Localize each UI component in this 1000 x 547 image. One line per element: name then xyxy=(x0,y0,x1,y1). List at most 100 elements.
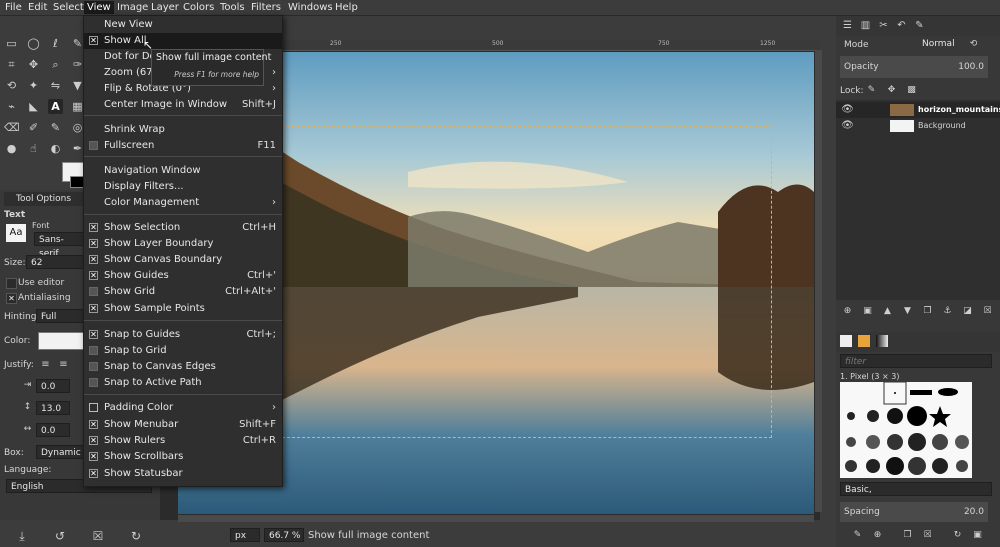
path-tool-icon[interactable]: ⌁ xyxy=(4,99,19,114)
brush-preset-select[interactable]: Basic, xyxy=(840,482,992,496)
raise-layer-icon[interactable]: ▲ xyxy=(880,304,895,319)
restore-options-icon[interactable]: ↺ xyxy=(52,529,68,543)
brush-grid[interactable] xyxy=(840,381,972,478)
lock-position-icon[interactable]: ✥ xyxy=(884,83,899,98)
undo-tab-icon[interactable]: ↶ xyxy=(894,18,909,33)
box-select[interactable]: Dynamic xyxy=(36,445,84,459)
blur-icon[interactable]: ● xyxy=(4,141,19,156)
vertical-scrollbar[interactable] xyxy=(815,50,822,512)
airbrush-icon[interactable]: ✎ xyxy=(48,120,63,135)
justify-right-icon[interactable]: ≡ xyxy=(56,357,71,372)
brush-icon[interactable]: ✐ xyxy=(26,120,41,135)
save-options-icon[interactable]: ⤓ xyxy=(14,529,30,544)
horizontal-scrollbar[interactable] xyxy=(178,515,814,522)
menu-layer[interactable]: Layer xyxy=(148,1,182,14)
crop-icon[interactable]: ⌗ xyxy=(4,57,19,72)
menu-view[interactable]: View xyxy=(84,1,114,14)
menu-colors[interactable]: Colors xyxy=(180,1,217,14)
font-preview[interactable]: Aa xyxy=(6,224,26,242)
menu-item-snap-to-grid[interactable]: Snap to Grid xyxy=(84,343,282,359)
indent-input[interactable]: 0.0 xyxy=(36,379,70,393)
menu-item-fullscreen[interactable]: Fullscreen F11 xyxy=(84,138,282,154)
warp-icon[interactable]: ✦ xyxy=(26,78,41,93)
menu-file[interactable]: File xyxy=(2,1,25,14)
menu-item-show-rulers[interactable]: ✕ Show Rulers Ctrl+R xyxy=(84,433,282,449)
lock-pixels-icon[interactable]: ✎ xyxy=(864,83,879,98)
text-color-button[interactable] xyxy=(38,332,86,350)
menu-item-padding-color[interactable]: Padding Color › xyxy=(84,400,282,416)
menu-item-snap-to-active-path[interactable]: Snap to Active Path xyxy=(84,375,282,391)
mask-layer-icon[interactable]: ◪ xyxy=(960,304,975,319)
menu-item-color-management[interactable]: Color Management › xyxy=(84,195,282,211)
size-input[interactable]: 62 xyxy=(26,255,84,269)
antialiasing-checkbox[interactable]: ✕ xyxy=(6,293,17,304)
transform-icon[interactable]: ⟲ xyxy=(4,78,19,93)
eraser-icon[interactable]: ⌫ xyxy=(4,120,20,135)
menu-image[interactable]: Image xyxy=(114,1,151,14)
menu-item-show-all[interactable]: ✕ Show All xyxy=(84,33,282,49)
line-spacing-input[interactable]: 13.0 xyxy=(36,401,70,415)
rect-select-icon[interactable]: ▭ xyxy=(4,36,19,51)
brush-filter-input[interactable]: filter xyxy=(840,354,992,368)
layer-row[interactable]: 👁 Background xyxy=(836,118,1000,134)
menu-edit[interactable]: Edit xyxy=(25,1,50,14)
mode-reset-icon[interactable]: ⟲ xyxy=(966,37,981,52)
opacity-slider[interactable]: Opacity 100.0 xyxy=(840,56,988,78)
smudge-icon[interactable]: ☝ xyxy=(26,141,41,156)
menu-windows[interactable]: Windows xyxy=(285,1,336,14)
menu-select[interactable]: Select xyxy=(50,1,87,14)
menu-item-show-grid[interactable]: Show Grid Ctrl+Alt+' xyxy=(84,284,282,300)
spacing-slider[interactable]: Spacing 20.0 xyxy=(840,502,988,522)
menu-item-new-view[interactable]: New View xyxy=(84,17,282,33)
menu-item-snap-to-canvas-edges[interactable]: Snap to Canvas Edges xyxy=(84,359,282,375)
menu-item-show-sample-points[interactable]: ✕ Show Sample Points xyxy=(84,301,282,317)
menu-item-show-canvas-boundary[interactable]: ✕ Show Canvas Boundary xyxy=(84,252,282,268)
brush-open-icon[interactable]: ▣ xyxy=(970,528,985,543)
use-editor-checkbox[interactable] xyxy=(6,278,17,289)
menu-item-shrink-wrap[interactable]: Shrink Wrap xyxy=(84,122,282,138)
eye-icon[interactable]: 👁 xyxy=(840,102,855,117)
tool-options-tab[interactable]: Tool Options xyxy=(4,192,86,206)
menu-item-snap-to-guides[interactable]: ✕ Snap to Guides Ctrl+; xyxy=(84,327,282,343)
brush-tab-icon[interactable]: ✎ xyxy=(912,18,927,33)
menu-item-display-filters[interactable]: Display Filters... xyxy=(84,179,282,195)
layers-tab-icon[interactable]: ☰ xyxy=(840,18,855,33)
menu-item-show-layer-boundary[interactable]: ✕ Show Layer Boundary xyxy=(84,236,282,252)
menu-item-show-scrollbars[interactable]: ✕ Show Scrollbars xyxy=(84,449,282,465)
zoom-select[interactable]: 66.7 % xyxy=(264,528,304,542)
delete-layer-icon[interactable]: ☒ xyxy=(980,304,995,319)
anchor-layer-icon[interactable]: ⚓ xyxy=(940,304,955,319)
justify-left-icon[interactable]: ≡ xyxy=(38,357,53,372)
menu-item-show-selection[interactable]: ✕ Show Selection Ctrl+H xyxy=(84,220,282,236)
menu-item-navigation-window[interactable]: Navigation Window xyxy=(84,163,282,179)
channels-tab-icon[interactable]: ▥ xyxy=(858,18,873,33)
delete-options-icon[interactable]: ☒ xyxy=(90,529,106,543)
brushes-tab-icon[interactable] xyxy=(840,335,852,347)
lock-alpha-icon[interactable]: ▩ xyxy=(904,83,919,98)
paths-tab-icon[interactable]: ✂ xyxy=(876,18,891,33)
reset-options-icon[interactable]: ↻ xyxy=(128,529,144,543)
patterns-tab-icon[interactable] xyxy=(858,335,870,347)
font-input[interactable]: Sans-serif xyxy=(34,232,84,259)
brush-delete-icon[interactable]: ☒ xyxy=(920,528,935,543)
menu-filters[interactable]: Filters xyxy=(248,1,284,14)
menu-item-show-statusbar[interactable]: ✕ Show Statusbar xyxy=(84,466,282,482)
zoom-icon[interactable]: ⌕ xyxy=(48,57,63,72)
unit-select[interactable]: px xyxy=(230,528,260,542)
menu-tools[interactable]: Tools xyxy=(217,1,248,14)
layer-row[interactable]: 👁 horizon_mountains_r xyxy=(836,102,1000,118)
text-tool-icon[interactable]: A xyxy=(48,99,63,114)
ellipse-select-icon[interactable]: ◯ xyxy=(26,36,41,51)
menu-item-show-menubar[interactable]: ✕ Show Menubar Shift+F xyxy=(84,417,282,433)
letter-spacing-input[interactable]: 0.0 xyxy=(36,423,70,437)
brush-edit-icon[interactable]: ✎ xyxy=(850,528,865,543)
mode-select[interactable]: Normal xyxy=(918,37,962,51)
gradients-tab-icon[interactable] xyxy=(876,335,888,347)
menu-item-center-image[interactable]: Center Image in Window Shift+J xyxy=(84,97,282,113)
new-group-icon[interactable]: ▣ xyxy=(860,304,875,319)
lower-layer-icon[interactable]: ▼ xyxy=(900,304,915,319)
flip-icon[interactable]: ⇋ xyxy=(48,78,63,93)
menu-help[interactable]: Help xyxy=(332,1,361,14)
lasso-icon[interactable]: ℓ xyxy=(48,36,63,51)
move-icon[interactable]: ✥ xyxy=(26,57,41,72)
